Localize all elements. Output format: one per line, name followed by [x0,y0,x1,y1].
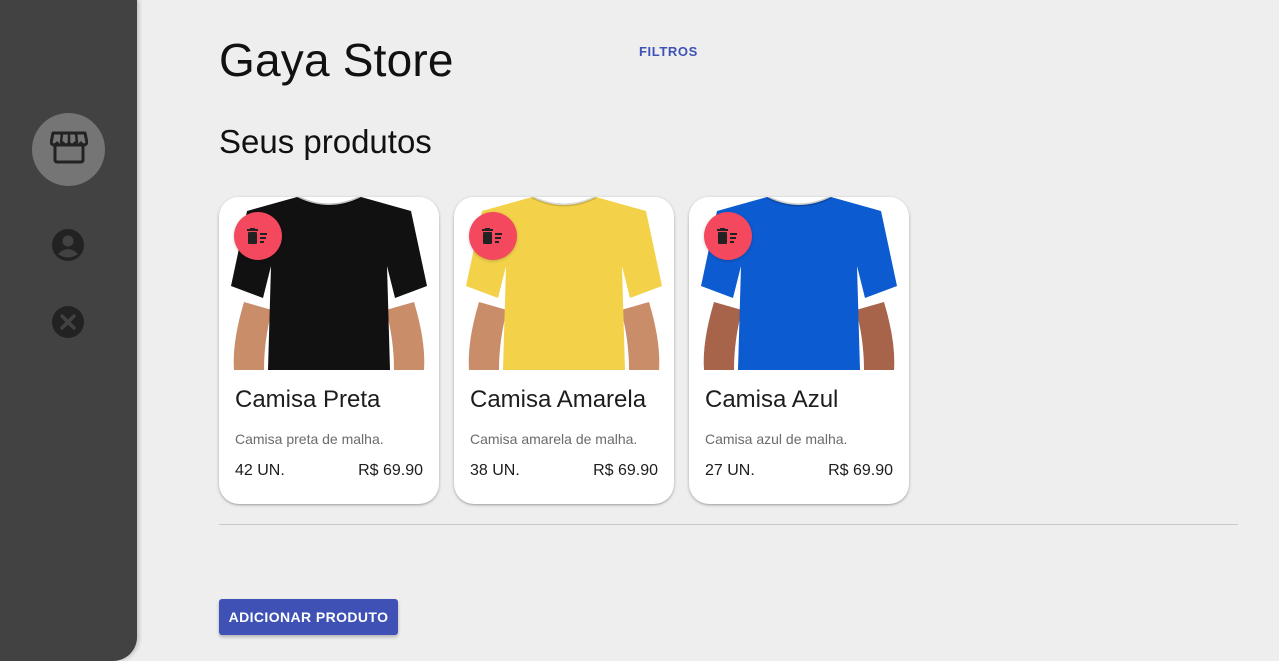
product-price: R$ 69.90 [593,462,658,479]
product-quantity: 27 UN. [705,462,755,479]
delete-product-button[interactable] [469,212,517,260]
section-title: Seus produtos [219,123,432,160]
product-quantity: 42 UN. [235,462,285,479]
product-card: Camisa Amarela Camisa amarela de malha. … [454,197,674,504]
product-price: R$ 69.90 [358,462,423,479]
sidebar-item-profile[interactable] [50,228,86,267]
product-list: Camisa Preta Camisa preta de malha. 42 U… [219,197,909,504]
add-product-button[interactable]: ADICIONAR PRODUTO [219,599,398,635]
product-image [219,197,439,370]
filters-button[interactable]: FILTROS [627,40,710,62]
main-content: Gaya Store FILTROS Seus produtos Camisa … [219,0,1238,661]
product-image [454,197,674,370]
sidebar [0,0,137,661]
account-circle-icon [51,228,85,267]
product-name: Camisa Amarela [470,386,647,413]
sidebar-item-store[interactable] [32,113,105,186]
sidebar-item-logout[interactable] [50,305,86,344]
delete-product-button[interactable] [234,212,282,260]
close-circle-icon [51,305,85,344]
product-quantity: 38 UN. [470,462,520,479]
product-name: Camisa Azul [705,386,839,413]
product-name: Camisa Preta [235,386,381,413]
page-title: Gaya Store [219,34,454,86]
delete-sweep-icon [247,228,269,244]
divider [219,524,1238,525]
product-price: R$ 69.90 [828,462,893,479]
product-description: Camisa azul de malha. [705,431,848,447]
product-card: Camisa Azul Camisa azul de malha. 27 UN.… [689,197,909,504]
product-card: Camisa Preta Camisa preta de malha. 42 U… [219,197,439,504]
delete-product-button[interactable] [704,212,752,260]
product-description: Camisa preta de malha. [235,431,384,447]
store-icon [49,130,88,169]
delete-sweep-icon [482,228,504,244]
product-image [689,197,909,370]
delete-sweep-icon [717,228,739,244]
product-description: Camisa amarela de malha. [470,431,638,447]
